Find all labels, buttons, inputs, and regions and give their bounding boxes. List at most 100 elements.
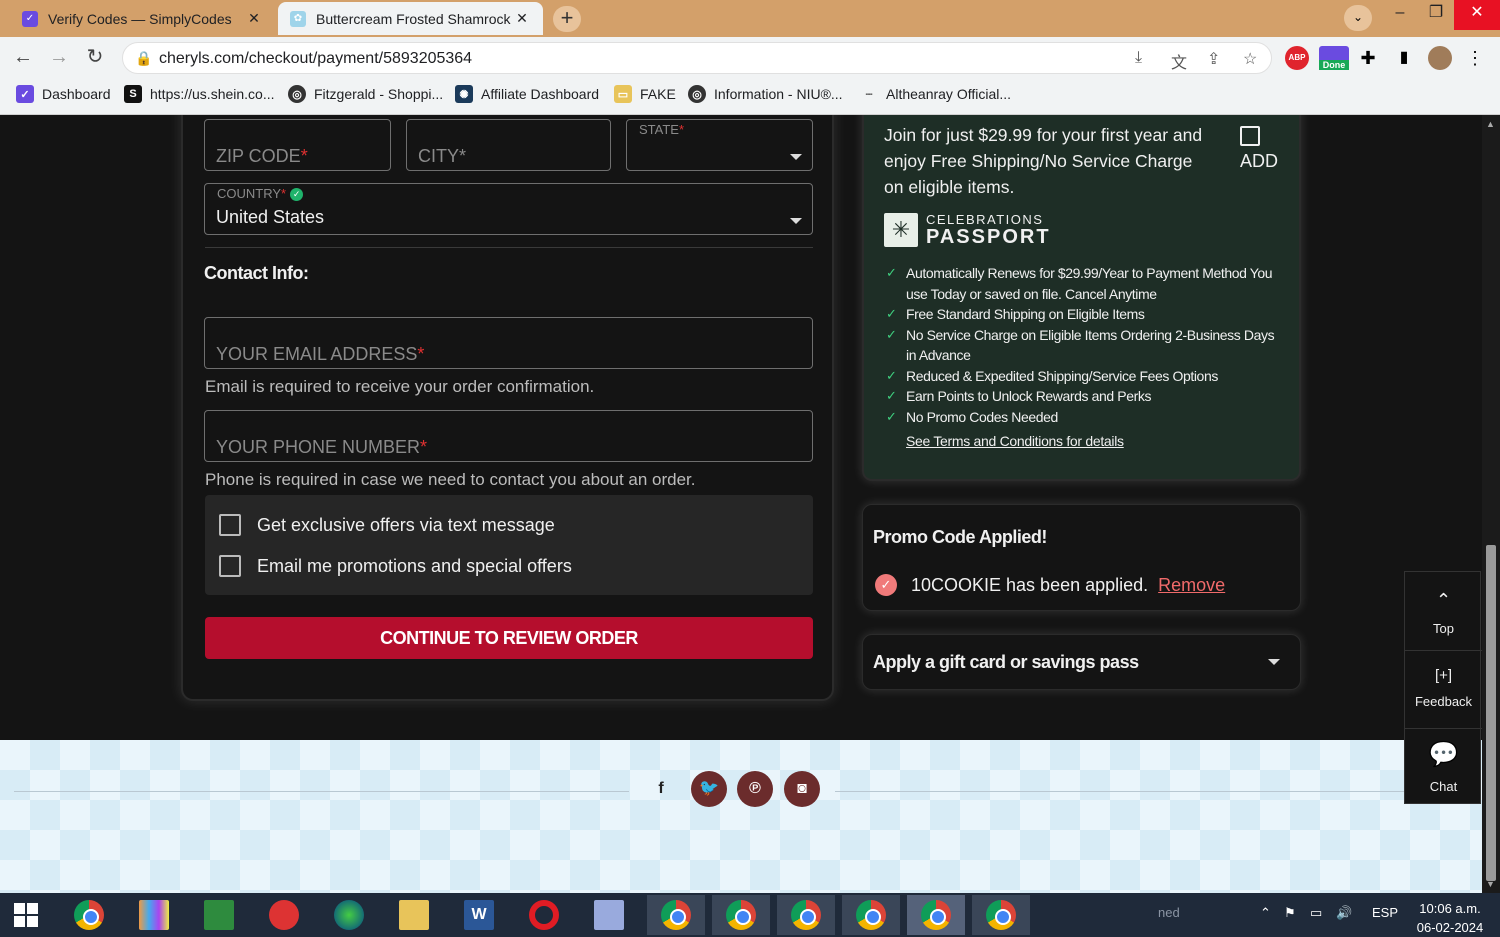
restore-icon[interactable]: ❐ xyxy=(1418,0,1454,30)
tab-close-icon[interactable]: ✕ xyxy=(245,10,263,27)
scroll-down-arrow-icon[interactable]: ▼ xyxy=(1486,879,1495,889)
extensions-puzzle-icon[interactable]: ✚ xyxy=(1356,46,1380,70)
scrollbar-thumb[interactable] xyxy=(1486,545,1496,881)
translate-icon[interactable]: 文 xyxy=(1171,49,1187,73)
chevron-down-icon xyxy=(1268,659,1280,665)
text-offers-option[interactable]: Get exclusive offers via text message xyxy=(219,514,555,536)
zip-code-input[interactable]: ZIP CODE* xyxy=(204,119,391,171)
new-tab-button[interactable]: + xyxy=(553,6,581,32)
bookmark-dashboard[interactable]: ✓ Dashboard xyxy=(16,85,111,103)
remove-promo-link[interactable]: Remove xyxy=(1158,575,1225,596)
bookmarks-bar: ✓ Dashboard Shttps://us.shein.co... ◎ Fitz… xyxy=(0,79,1500,115)
tab-close-icon[interactable]: ✕ xyxy=(513,10,531,27)
adblock-icon[interactable]: ABP xyxy=(1285,46,1309,70)
taskbar-chrome-window-icon[interactable] xyxy=(712,895,770,935)
email-promotions-option[interactable]: Email me promotions and special offers xyxy=(219,555,572,577)
menu-kebab-icon[interactable]: ⋮ xyxy=(1463,46,1487,70)
page-scrollbar[interactable]: ▲ ▼ xyxy=(1482,115,1500,893)
taskbar-chrome-window-icon[interactable] xyxy=(777,895,835,935)
passport-logo-icon: ✳ xyxy=(884,213,918,247)
cheryls-favicon-icon: ✿ xyxy=(290,10,306,27)
taskbar-chrome-window-icon[interactable] xyxy=(842,895,900,935)
email-input[interactable]: YOUR EMAIL ADDRESS* xyxy=(204,317,813,369)
install-icon[interactable]: ⤓ xyxy=(1135,49,1142,67)
bookmark-affiliate[interactable]: ✺ Affiliate Dashboard xyxy=(455,85,599,103)
reload-icon[interactable]: ↻ xyxy=(82,45,108,71)
word-icon[interactable]: W xyxy=(450,895,508,935)
taskbar-chrome-window-icon[interactable] xyxy=(907,895,965,935)
list-item: ✓ Reduced & Expedited Shipping/Service Fe… xyxy=(886,366,1286,387)
terms-link[interactable]: See Terms and Conditions for details xyxy=(906,433,1124,449)
browser-toolbar: ← → ↻ 🔒 cheryls.com/checkout/payment/589… xyxy=(0,37,1500,79)
tab-simplycodes[interactable]: ✓ Verify Codes — SimplyCodes ✕ xyxy=(10,2,275,35)
footer-divider xyxy=(835,791,1405,792)
address-bar[interactable]: 🔒 cheryls.com/checkout/payment/589320536… xyxy=(122,42,1272,74)
text-offers-checkbox[interactable] xyxy=(219,514,241,536)
checkmark-icon: ✓ xyxy=(886,408,897,424)
volume-icon[interactable]: 🔊 xyxy=(1336,905,1352,921)
network-icon[interactable]: ▭ xyxy=(1310,905,1322,921)
taskbar-chrome-icon[interactable] xyxy=(60,895,118,935)
continue-to-review-button[interactable]: CONTINUE TO REVIEW ORDER xyxy=(205,617,813,659)
add-passport-checkbox[interactable] xyxy=(1240,126,1260,146)
contact-info-heading: Contact Info: xyxy=(204,263,309,283)
taskbar-app-icon[interactable] xyxy=(580,895,638,935)
taskbar-app-icon[interactable] xyxy=(125,895,183,935)
add-passport-label[interactable]: ADD xyxy=(1240,151,1278,172)
taskbar-chrome-window-icon[interactable] xyxy=(647,895,705,935)
tab-title: Buttercream Frosted Shamrock C xyxy=(316,10,513,27)
email-promotions-checkbox[interactable] xyxy=(219,555,241,577)
feedback-icon: [+] xyxy=(1434,667,1453,684)
taskbar-app-icon[interactable] xyxy=(190,895,248,935)
pinterest-icon[interactable]: ℗ xyxy=(737,771,773,807)
celebrations-passport-card: Join for just $29.99 for your first year… xyxy=(862,115,1301,481)
opera-icon[interactable] xyxy=(515,895,573,935)
close-window-icon[interactable]: ✕ xyxy=(1454,0,1500,30)
share-icon[interactable]: ⇪ xyxy=(1207,49,1220,69)
valid-check-icon: ✓ xyxy=(290,188,304,201)
tab-search-chevron-icon[interactable]: ⌄ xyxy=(1344,5,1372,31)
tab-strip: ✓ Verify Codes — SimplyCodes ✕ ✿ Butterc… xyxy=(0,0,1500,37)
bookmark-shein[interactable]: Shttps://us.shein.co... xyxy=(124,85,275,103)
back-arrow-icon[interactable]: ← xyxy=(10,45,36,71)
country-value: United States xyxy=(216,207,325,227)
state-select[interactable]: STATE* xyxy=(626,119,813,171)
gift-card-accordion[interactable]: Apply a gift card or savings pass xyxy=(862,634,1301,690)
facebook-icon[interactable]: f xyxy=(643,771,679,807)
phone-input[interactable]: YOUR PHONE NUMBER* xyxy=(204,410,813,462)
scroll-up-arrow-icon[interactable]: ▲ xyxy=(1486,119,1495,129)
bookmark-information[interactable]: ◎ Information - NIU®... xyxy=(688,85,843,103)
language-indicator[interactable]: ESP xyxy=(1372,905,1398,920)
windows-start-icon[interactable] xyxy=(0,895,52,935)
forward-arrow-icon[interactable]: → xyxy=(46,45,72,71)
country-select[interactable]: COUNTRY* ✓ United States xyxy=(204,183,813,235)
taskbar-clock[interactable]: 10:06 a.m. 06-02-2024 xyxy=(1410,899,1490,937)
twitter-icon[interactable]: 🐦 xyxy=(691,771,727,807)
city-input[interactable]: CITY* xyxy=(406,119,611,171)
feedback-button[interactable]: [+] Feedback xyxy=(1405,667,1482,709)
simplycodes-icon: ✓ xyxy=(16,85,34,103)
chat-button[interactable]: 💬 Chat xyxy=(1405,740,1482,794)
tab-title: Verify Codes — SimplyCodes xyxy=(48,10,232,27)
tab-cheryls[interactable]: ✿ Buttercream Frosted Shamrock C ✕ xyxy=(278,2,543,35)
file-explorer-icon[interactable] xyxy=(385,895,443,935)
tray-flag-icon[interactable]: ⚑ xyxy=(1284,905,1296,921)
profile-avatar[interactable] xyxy=(1428,46,1452,70)
taskbar-chrome-window-icon[interactable] xyxy=(972,895,1030,935)
taskbar-app-icon[interactable] xyxy=(255,895,313,935)
site-footer: f 🐦 ℗ ◙ xyxy=(0,740,1482,893)
footer-divider xyxy=(14,791,629,792)
simplycodes-extension-icon[interactable]: Done xyxy=(1319,46,1349,70)
bookmark-altheanray[interactable]: ┄ Altheanray Official... xyxy=(860,85,1011,103)
bookmark-star-icon[interactable]: ☆ xyxy=(1243,49,1257,69)
back-to-top-button[interactable]: ⌃ Top xyxy=(1405,590,1482,636)
floating-side-widget: ⌃ Top [+] Feedback 💬 Chat xyxy=(1404,571,1482,804)
bookmark-fitzgerald[interactable]: ◎ Fitzgerald - Shoppi... xyxy=(288,85,443,103)
side-panel-icon[interactable]: ▮ xyxy=(1392,46,1416,70)
taskbar-app-icon[interactable] xyxy=(320,895,378,935)
bookmark-fake[interactable]: ▭ FAKE xyxy=(614,85,676,103)
tray-chevron-up-icon[interactable]: ⌃ xyxy=(1260,905,1271,921)
instagram-icon[interactable]: ◙ xyxy=(784,771,820,807)
minimize-icon[interactable]: – xyxy=(1382,0,1418,30)
checkmark-icon: ✓ xyxy=(886,388,897,403)
